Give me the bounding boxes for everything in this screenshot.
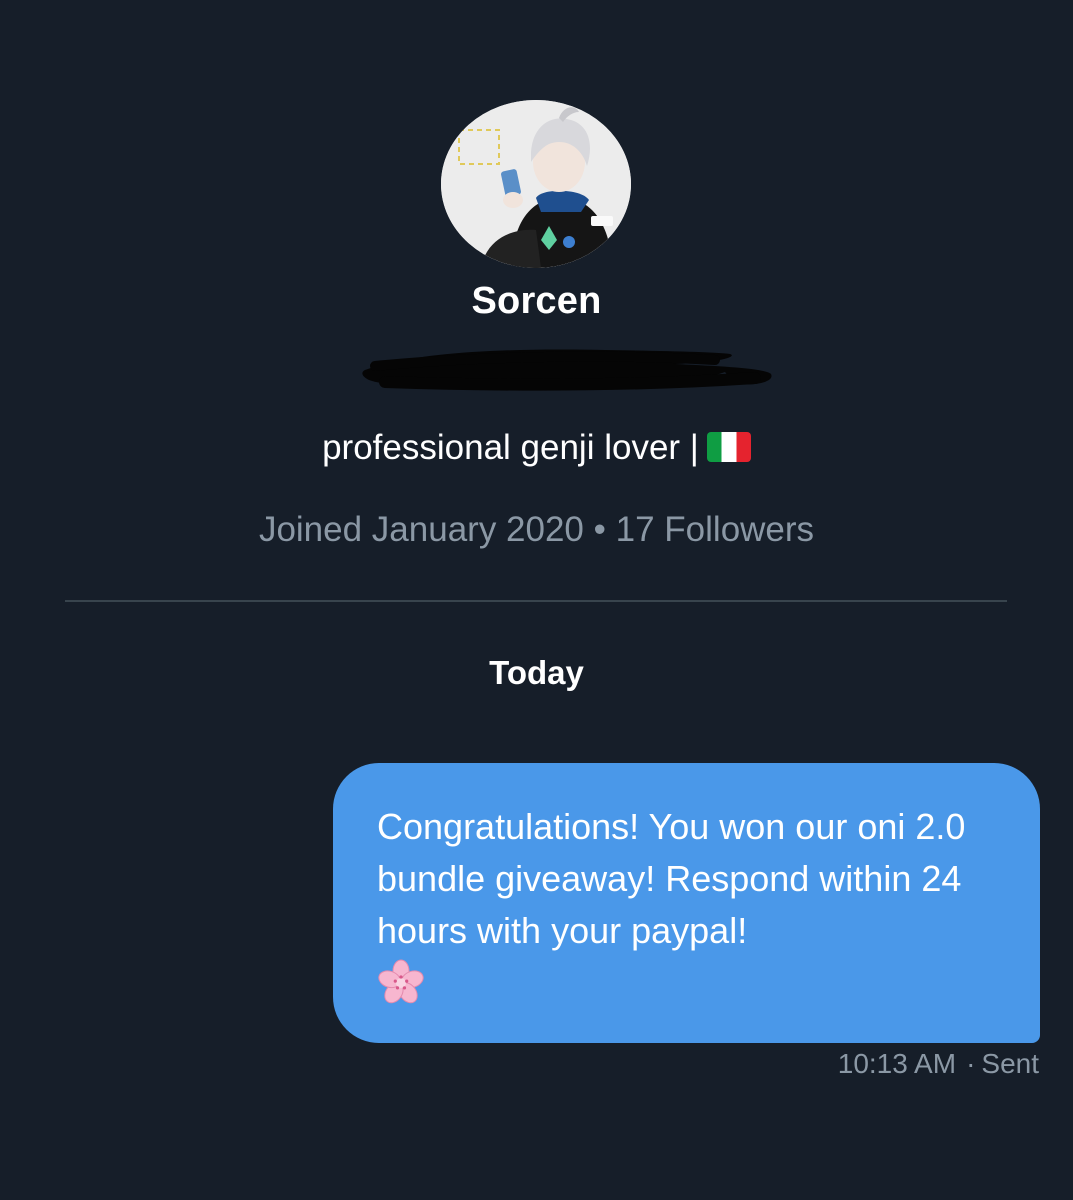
profile-display-name[interactable]: Sorcen xyxy=(0,280,1073,323)
message-text: Congratulations! You won our oni 2.0 bun… xyxy=(377,806,966,951)
message-time: 10:13 AM xyxy=(837,1048,957,1079)
profile-meta: Joined January 2020 • 17 Followers xyxy=(0,510,1073,550)
redacted-handle-scribble xyxy=(362,349,772,391)
meta-separator: • xyxy=(593,510,606,549)
message-meta-separator: · xyxy=(966,1048,976,1079)
cherry-blossom-icon xyxy=(378,959,424,1004)
profile-bio-text: professional genji lover | xyxy=(322,428,699,467)
avatar-illustration xyxy=(441,100,631,268)
section-divider xyxy=(65,600,1007,602)
followers-count[interactable]: 17 Followers xyxy=(616,510,814,549)
message-bubble-sent[interactable]: Congratulations! You won our oni 2.0 bun… xyxy=(333,763,1040,1043)
italy-flag-icon xyxy=(706,432,751,462)
message-status: Sent xyxy=(981,1048,1039,1079)
profile-avatar[interactable] xyxy=(441,100,631,268)
profile-bio: professional genji lover | xyxy=(0,428,1073,468)
date-separator: Today xyxy=(489,654,584,691)
joined-date: Joined January 2020 xyxy=(258,510,584,549)
message-meta: 10:13 AM · Sent xyxy=(838,1048,1039,1080)
